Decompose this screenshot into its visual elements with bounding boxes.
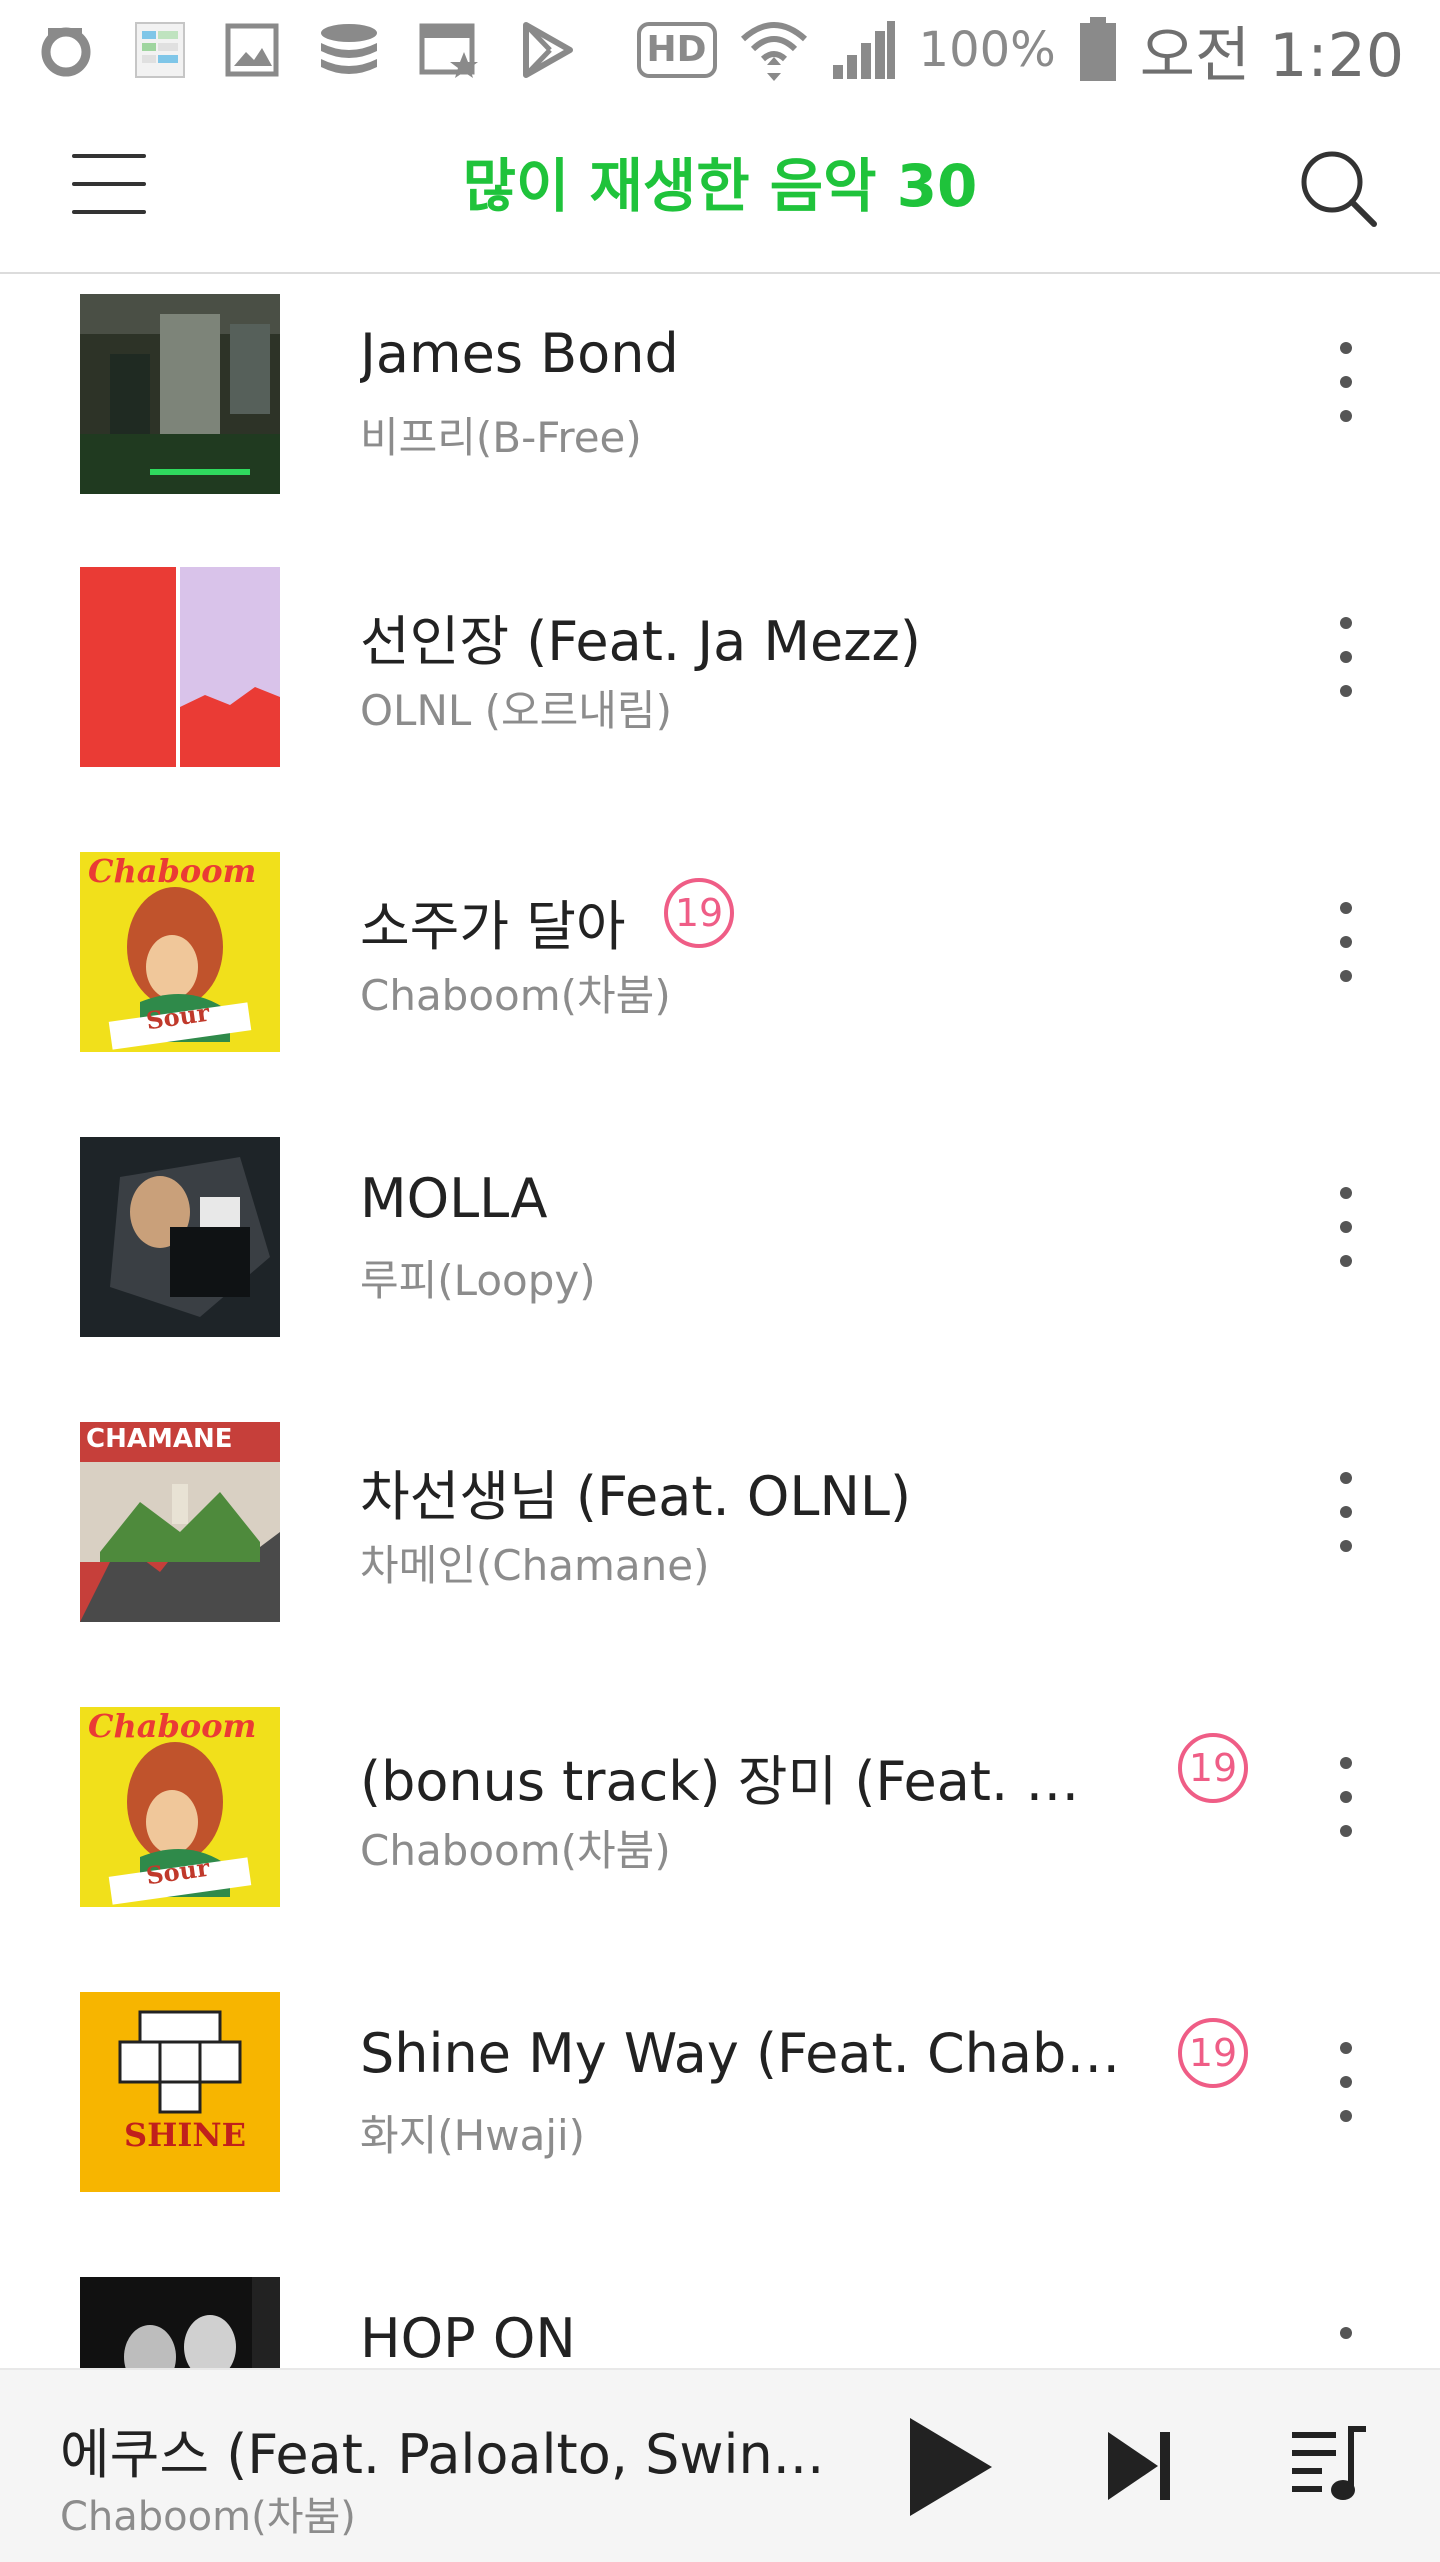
album-cover [80,294,280,494]
more-options-button[interactable] [1310,1747,1380,1847]
more-vert-dot [1340,936,1352,948]
more-options-button[interactable] [1310,607,1380,707]
more-vert-icon [1340,342,1352,354]
more-vert-icon [1340,2042,1352,2054]
song-title: 선인장 (Feat. Ja Mezz) [360,610,921,673]
song-title: MOLLA [360,1167,548,1230]
adult-content-badge: 19 [664,878,734,948]
hd-voice-icon: HD [636,22,717,78]
wifi-icon [740,22,807,81]
song-artist: 비프리(B-Free) [360,413,642,462]
more-vert-dot [1340,1791,1352,1803]
battery-percent: 100% [918,22,1056,78]
more-vert-dot [1340,2076,1352,2088]
song-title: Shine My Way (Feat. Chabo... [360,2022,1130,2085]
search-button[interactable] [1296,146,1380,230]
page-title: 많이 재생한 음악 30 [462,152,978,220]
song-row[interactable]: James Bond 비프리(B-Free) [0,272,1440,557]
song-artist: OLNL (오르내림) [360,686,672,735]
image-icon [225,23,279,77]
song-title: (bonus track) 장미 (Feat. 뱃... [360,1750,1120,1813]
song-row[interactable]: MOLLA 루피(Loopy) [0,1127,1440,1412]
adult-content-badge: 19 [1178,1733,1248,1803]
app-bar: 많이 재생한 음악 30 [0,100,1440,274]
more-vert-dot [1340,1540,1352,1552]
album-cover: Chaboom Sour [80,1707,280,1907]
play-icon [910,2418,992,2516]
more-options-button[interactable] [1310,1462,1380,1562]
play-store-icon [523,22,573,78]
playlist-icon [1292,2426,1366,2500]
album-cover [80,1137,280,1337]
database-icon [321,24,377,74]
song-artist: 루피(Loopy) [360,1256,596,1305]
calendar-star-icon [419,23,478,78]
more-options-button[interactable] [1310,892,1380,992]
more-vert-dot [1340,651,1352,663]
more-options-button[interactable] [1310,332,1380,432]
more-vert-dot [1340,376,1352,388]
play-button[interactable] [900,2412,1000,2522]
more-vert-dot [1340,410,1352,422]
more-options-button[interactable] [1310,1177,1380,1277]
more-vert-dot [1340,2110,1352,2122]
more-vert-icon [1340,1472,1352,1484]
song-artist: 차메인(Chamane) [360,1541,710,1590]
song-list: James Bond 비프리(B-Free) 선인장 (Feat. Ja Mez… [0,272,1440,2477]
search-icon [1301,151,1377,227]
battery-icon [1079,17,1116,81]
album-cover [80,567,280,767]
more-vert-dot [1340,1221,1352,1233]
song-row[interactable]: CHAMANE 차선생님 (Feat. OLNL) 차메인(Chamane) [0,1412,1440,1697]
next-button[interactable] [1104,2426,1176,2506]
song-artist: Chaboom(차붐) [360,971,671,1020]
more-vert-icon [1340,617,1352,629]
cover-text: Chaboom [88,852,257,890]
app-g-icon [41,27,91,77]
cover-text: Chaboom [88,1707,257,1745]
more-vert-icon [1340,1187,1352,1199]
cover-text: SHINE [124,2116,246,2154]
album-cover: Chaboom Sour [80,852,280,1052]
song-artist: 화지(Hwaji) [360,2111,586,2160]
adult-content-badge: 19 [1178,2018,1248,2088]
song-row[interactable]: SHINE Shine My Way (Feat. Chabo... 19 화지… [0,1982,1440,2267]
more-vert-icon [1340,902,1352,914]
more-vert-dot [1340,1825,1352,1837]
album-cover: SHINE [80,1992,280,2192]
more-vert-dot [1340,970,1352,982]
song-row[interactable]: Chaboom Sour (bonus track) 장미 (Feat. 뱃..… [0,1697,1440,1982]
clock: 오전 1:20 [1139,20,1404,91]
more-vert-icon [1340,2327,1352,2339]
sheet-icon [135,22,185,78]
now-playing-artist: Chaboom(차붐) [60,2494,356,2540]
song-title: James Bond [360,322,679,385]
song-artist: Chaboom(차붐) [360,1826,671,1875]
more-vert-icon [1340,1757,1352,1769]
song-title: HOP ON [360,2307,576,2370]
song-title: 소주가 달아 [360,895,626,958]
status-bar: HD 100% 오전 1:20 [0,0,1440,100]
song-row[interactable]: Chaboom Sour 소주가 달아 19 Chaboom(차붐) [0,842,1440,1127]
mini-player[interactable]: 에쿠스 (Feat. Paloalto, Swin... Chaboom(차붐) [0,2368,1440,2562]
now-playing-title: 에쿠스 (Feat. Paloalto, Swin... [60,2423,825,2486]
more-vert-dot [1340,1255,1352,1267]
more-vert-dot [1340,1506,1352,1518]
cover-text: CHAMANE [86,1424,233,1454]
signal-icon [832,21,895,79]
playlist-button[interactable] [1288,2422,1368,2506]
skip-next-icon [1108,2432,1170,2500]
song-title: 차선생님 (Feat. OLNL) [360,1465,912,1528]
album-cover: CHAMANE [80,1422,280,1622]
more-vert-dot [1340,685,1352,697]
song-row[interactable]: 선인장 (Feat. Ja Mezz) OLNL (오르내림) [0,557,1440,842]
more-options-button[interactable] [1310,2032,1380,2132]
